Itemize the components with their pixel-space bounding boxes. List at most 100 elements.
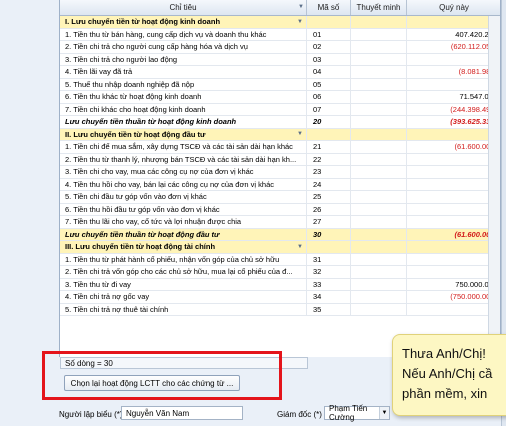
cell-code[interactable]: 24 [307,178,351,190]
cell-indicator[interactable]: 3. Tiền chi trả cho người lao động [60,53,307,65]
cell-indicator[interactable]: 7. Tiền thu lãi cho vay, cổ tức và lợi n… [60,216,307,228]
cell-indicator[interactable]: Lưu chuyển tiền thuần từ hoạt động kinh … [60,116,307,128]
cell-indicator[interactable]: 5. Thuế thu nhập doanh nghiệp đã nộp [60,78,307,90]
table-row[interactable]: 1. Tiền thu từ phát hành cổ phiếu, nhận … [60,253,500,266]
cell-note[interactable] [351,228,407,240]
cell-code[interactable]: 03 [307,53,351,65]
cell-note[interactable] [351,116,407,128]
cell-note[interactable] [351,266,407,278]
cell-indicator[interactable]: Lưu chuyển tiền thuần từ hoạt động đầu t… [60,228,307,240]
cell-note[interactable] [351,166,407,178]
cell-code[interactable]: 07 [307,103,351,115]
cell-code[interactable]: 21 [307,141,351,153]
cell-indicator[interactable]: II. Lưu chuyển tiền từ hoạt động đầu tư ▼ [60,128,307,140]
cell-note[interactable] [351,16,407,28]
cell-value[interactable]: 0 [407,254,500,266]
cell-value[interactable]: 0 [407,129,500,141]
cell-value[interactable]: (620.112.050) [407,41,500,53]
table-row[interactable]: 7. Tiền chi khác cho hoạt động kinh doan… [60,103,500,116]
collapse-pin-icon[interactable]: ▼ [297,19,303,25]
table-row[interactable]: 6. Tiền thu hồi đầu tư góp vốn vào đơn v… [60,203,500,216]
cell-code[interactable]: 04 [307,66,351,78]
cell-value[interactable]: (393.625.330) [407,116,500,128]
cell-note[interactable] [351,153,407,165]
table-row[interactable]: 4. Tiền lãi vay đã trả 04 (8.081.985) [60,66,500,79]
table-row[interactable]: 1. Tiền thu từ bán hàng, cung cấp dịch v… [60,28,500,41]
cell-indicator[interactable]: 1. Tiền thu từ phát hành cổ phiếu, nhận … [60,253,307,265]
cell-indicator[interactable]: 5. Tiền chi đầu tư góp vốn vào đơn vị kh… [60,191,307,203]
table-row[interactable]: 4. Tiền thu hồi cho vay, bán lại các côn… [60,178,500,191]
cell-note[interactable] [351,53,407,65]
cell-indicator[interactable]: 4. Tiền lãi vay đã trả [60,66,307,78]
chevron-down-icon[interactable]: ▼ [379,407,389,419]
cell-code[interactable]: 33 [307,278,351,290]
subtotal-row[interactable]: Lưu chuyển tiền thuần từ hoạt động kinh … [60,116,500,129]
subtotal-row[interactable]: Lưu chuyển tiền thuần từ hoạt động đầu t… [60,228,500,241]
cell-value[interactable]: (750.000.000) [407,291,500,303]
collapse-pin-icon[interactable]: ▼ [297,244,303,250]
cell-value[interactable]: 0 [407,166,500,178]
col-header-indicator[interactable]: Chỉ tiêu ▼ [60,0,307,15]
section-row[interactable]: I. Lưu chuyển tiền từ hoạt động kinh doa… [60,16,500,29]
table-row[interactable]: 2. Tiền thu từ thanh lý, nhượng bán TSCĐ… [60,153,500,166]
cell-code[interactable]: 26 [307,203,351,215]
cell-indicator[interactable]: I. Lưu chuyển tiền từ hoạt động kinh doa… [60,16,307,28]
cell-indicator[interactable]: 2. Tiền thu từ thanh lý, nhượng bán TSCĐ… [60,153,307,165]
table-row[interactable]: 5. Thuế thu nhập doanh nghiệp đã nộp05 0 [60,78,500,91]
cell-note[interactable] [351,103,407,115]
preparer-field[interactable]: Nguyễn Văn Nam [121,406,243,420]
table-row[interactable]: 3. Tiền chi cho vay, mua các công cụ nợ … [60,166,500,179]
cell-value[interactable]: 0 [407,216,500,228]
cell-indicator[interactable]: 3. Tiền thu từ đi vay [60,278,307,290]
cell-value[interactable]: 0 [407,266,500,278]
cell-code[interactable]: 25 [307,191,351,203]
table-row[interactable]: 2. Tiền chi trả vốn góp cho các chủ sở h… [60,266,500,279]
cell-note[interactable] [351,191,407,203]
table-row[interactable]: 4. Tiền chi trả nợ gốc vay 34 (750.000.000… [60,291,500,304]
cell-value[interactable]: 750.000.000 [407,279,500,291]
cell-value[interactable]: 0 [407,54,500,66]
cell-note[interactable] [351,141,407,153]
director-field[interactable]: Phạm Tiến Cường ▼ [324,404,390,422]
cell-code[interactable]: 05 [307,78,351,90]
cell-value[interactable]: 0 [407,79,500,91]
table-row[interactable]: 5. Tiền chi trả nợ thuê tài chính 35 [60,303,500,316]
cell-indicator[interactable]: 4. Tiền thu hồi cho vay, bán lại các côn… [60,178,307,190]
cell-code[interactable]: 20 [307,116,351,128]
col-header-this-quarter[interactable]: Quý này [407,0,500,15]
cell-note[interactable] [351,303,407,315]
section-row[interactable]: III. Lưu chuyển tiền từ hoạt động tài ch… [60,241,500,254]
cell-value[interactable]: (61.600.000) [407,229,500,241]
cell-code[interactable]: 01 [307,28,351,40]
cell-note[interactable] [351,178,407,190]
cell-value[interactable]: 407.420.200 [407,29,500,41]
cell-note[interactable] [351,241,407,253]
cell-code[interactable]: 02 [307,41,351,53]
cell-code[interactable] [307,128,351,140]
cell-code[interactable]: 35 [307,303,351,315]
cell-indicator[interactable]: 2. Tiền chi trả cho người cung cấp hàng … [60,41,307,53]
cell-indicator[interactable]: 5. Tiền chi trả nợ thuê tài chính [60,303,307,315]
cell-note[interactable] [351,291,407,303]
table-row[interactable]: 6. Tiền thu khác từ hoạt động kinh doanh… [60,91,500,104]
cell-code[interactable]: 32 [307,266,351,278]
cell-code[interactable]: 23 [307,166,351,178]
table-row[interactable]: 2. Tiền chi trả cho người cung cấp hàng … [60,41,500,54]
cell-note[interactable] [351,91,407,103]
support-tooltip[interactable]: Thưa Anh/Chị! Nếu Anh/Chị cầ phần mềm, x… [392,334,506,416]
cell-note[interactable] [351,128,407,140]
cell-value[interactable]: 0 [407,241,500,253]
filter-pin-icon[interactable]: ▼ [298,4,304,10]
col-header-code[interactable]: Mã số [307,0,351,15]
cell-code[interactable]: 06 [307,91,351,103]
cell-value[interactable]: (244.398.495) [407,104,500,116]
section-row[interactable]: II. Lưu chuyển tiền từ hoạt động đầu tư ▼… [60,128,500,141]
cell-note[interactable] [351,253,407,265]
cell-note[interactable] [351,28,407,40]
cell-value[interactable] [407,304,500,316]
cell-note[interactable] [351,66,407,78]
cell-note[interactable] [351,41,407,53]
table-row[interactable]: 1. Tiền chi để mua sắm, xây dựng TSCĐ và… [60,141,500,154]
cell-code[interactable]: 34 [307,291,351,303]
cell-value[interactable]: 71.547.000 [407,91,500,103]
